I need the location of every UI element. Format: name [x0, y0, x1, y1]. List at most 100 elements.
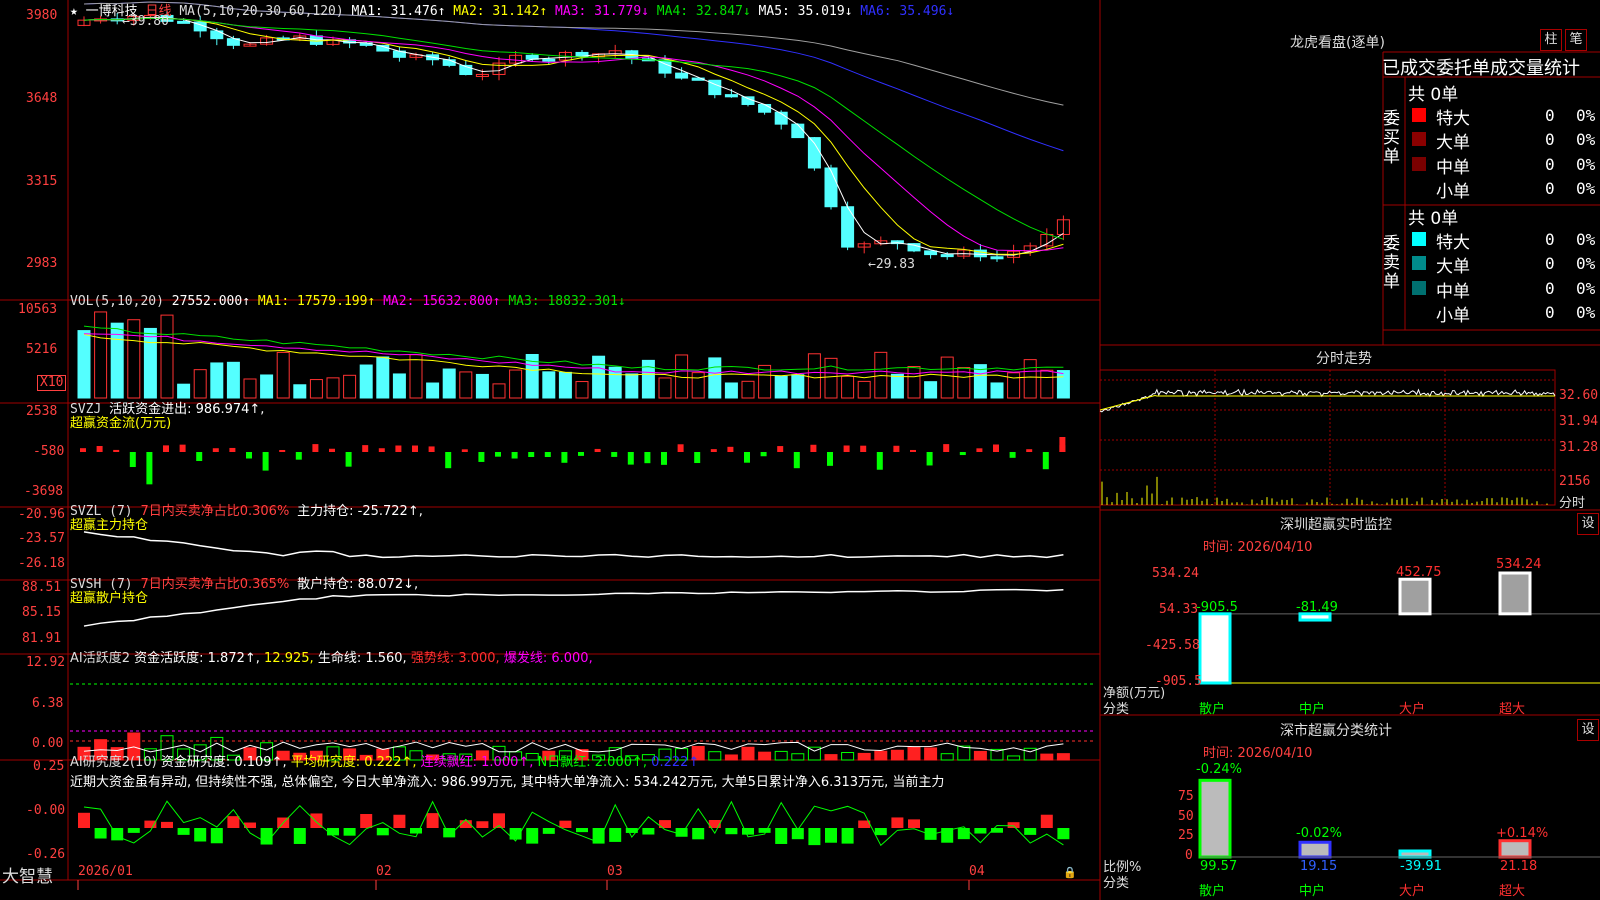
volume-bar: [409, 354, 423, 399]
svzj-bar: [445, 452, 452, 469]
volume-bar: [293, 384, 307, 399]
svzj-bar: [495, 452, 501, 457]
classify-bottom-3: 21.18: [1500, 859, 1538, 874]
candle-body: [542, 58, 556, 62]
ai2-d: N日飘红: 2.000↑,: [537, 755, 648, 770]
ai1-bar: [824, 754, 838, 761]
buy-color-swatch: [1412, 157, 1426, 171]
ai2-bar: [426, 813, 439, 828]
classify-bottom-0: 99.57: [1200, 859, 1238, 874]
candle-body: [177, 20, 191, 24]
volume-bar: [177, 383, 191, 399]
monitor-axis-3: -425.58: [1145, 638, 1200, 653]
svzj-bar: [428, 446, 435, 452]
classify-settings-button[interactable]: 设: [1577, 719, 1599, 741]
ma6-value: MA6: 35.496↓: [860, 4, 955, 19]
monitor-settings-button[interactable]: 设: [1577, 513, 1599, 535]
svzj-bar: [511, 452, 518, 459]
vol-axis-2: 5216: [26, 342, 58, 357]
monitor-time: 时间: 2026/04/10: [1203, 540, 1313, 555]
volume-bar: [1023, 359, 1037, 399]
ai2-b: 平均研究度: 0.222↑,: [290, 755, 417, 770]
monitor-chart-group: [1198, 571, 1600, 685]
buy-row-label: 特大: [1436, 109, 1470, 129]
svzj-bar: [810, 444, 817, 452]
ma4-value: MA4: 32.847↓: [656, 4, 751, 19]
svsh-desc2: 散户持仓: 88.072↓,: [297, 577, 419, 592]
volume-bar: [857, 380, 871, 399]
svzj-bar: [146, 452, 153, 485]
svzj-bar: [926, 452, 933, 466]
lock-icon[interactable]: 🔒: [1063, 866, 1077, 879]
svzj-bar: [163, 445, 169, 452]
fenshi-axis-2: 31.94: [1559, 414, 1599, 429]
high-marker: ←39.80: [122, 14, 169, 29]
classify-axis-4: 0: [1185, 848, 1193, 863]
vol-ma1: MA1: 17579.199↑: [257, 294, 376, 309]
buy-row-count: 0: [1545, 179, 1555, 198]
volume-bar: [1007, 372, 1021, 399]
svzj-sub: 超赢资金流(万元): [70, 416, 172, 431]
svzj-bar: [578, 452, 584, 456]
ai2-a: 资金研究度: 0.109↑,: [160, 755, 287, 770]
svzj-bar: [345, 452, 352, 467]
svzj-bar: [843, 445, 850, 452]
favorite-star-icon[interactable]: ★: [70, 4, 78, 19]
buy-row-3: 小单 0 0%: [1410, 177, 1598, 202]
classify-cat-1: 中户: [1299, 884, 1326, 899]
monitor-bar-2: [1398, 577, 1432, 616]
ma3-value: MA3: 31.779↓: [555, 4, 649, 19]
buy-row-2: 中单 0 0%: [1410, 153, 1598, 178]
svzj-bar: [793, 452, 800, 469]
volume-bar: [691, 372, 705, 399]
classify-bottom-1: 19.15: [1300, 859, 1338, 874]
ai1-bar: [940, 753, 954, 761]
fenshi-frame: [1099, 369, 1556, 506]
classify-cat-3: 超大: [1499, 884, 1526, 899]
sell-row-pct: 0%: [1576, 303, 1596, 322]
sell-row-label: 大单: [1436, 257, 1470, 277]
sell-total: 共 0单: [1408, 209, 1459, 229]
ai1-title: AI活跃度2: [70, 651, 130, 666]
classify-xlabel: 分类: [1103, 876, 1130, 891]
ai2-bar: [559, 820, 572, 828]
ai2-bar: [542, 828, 555, 834]
sell-row-count: 0: [1545, 279, 1555, 298]
buy-color-swatch: [1412, 132, 1426, 146]
ai2-bar: [78, 812, 90, 828]
volume-bar: [592, 355, 606, 399]
ai1-axis-2: 6.38: [32, 696, 64, 711]
bar-mode-button[interactable]: 柱: [1540, 29, 1562, 51]
fenshi-axis-1: 32.60: [1559, 388, 1599, 403]
svzj-bar: [1009, 452, 1016, 458]
x-label-jan: 2026/01: [78, 864, 133, 879]
volume-bar: [226, 361, 240, 399]
tick-mode-button[interactable]: 笔: [1565, 29, 1587, 51]
price-axis-1: 3980: [26, 8, 58, 23]
ai1-bar: [724, 754, 738, 761]
volume-bar: [376, 356, 390, 399]
volume-bar: [708, 357, 722, 399]
vol-ma2: MA2: 15632.800↑: [383, 294, 501, 309]
volume-bar: [575, 381, 589, 399]
ai1-bar: [1007, 755, 1021, 761]
volume-bar: [907, 366, 921, 399]
volume-bar: [459, 371, 473, 399]
candle-body: [940, 254, 954, 258]
volume-bar: [392, 373, 406, 399]
volume-bar-group: [77, 311, 1070, 399]
svzj-bar: [461, 449, 468, 452]
svzl-axis-1: -20.96: [18, 507, 65, 522]
volume-bar: [492, 383, 506, 399]
ai2-bar: [1040, 814, 1053, 828]
svzj-bar: [677, 444, 684, 452]
candle-body: [758, 103, 772, 113]
ai1-bar: [774, 750, 788, 761]
svzj-bar: [295, 452, 302, 460]
svsh-axis-3: 81.91: [22, 631, 62, 646]
sell-row-pct: 0%: [1576, 279, 1596, 298]
svsh-line: [83, 588, 1064, 627]
volume-bar: [807, 353, 821, 399]
monitor-cat-0: 散户: [1199, 702, 1226, 717]
buy-row-0: 特大 0 0%: [1410, 104, 1598, 129]
